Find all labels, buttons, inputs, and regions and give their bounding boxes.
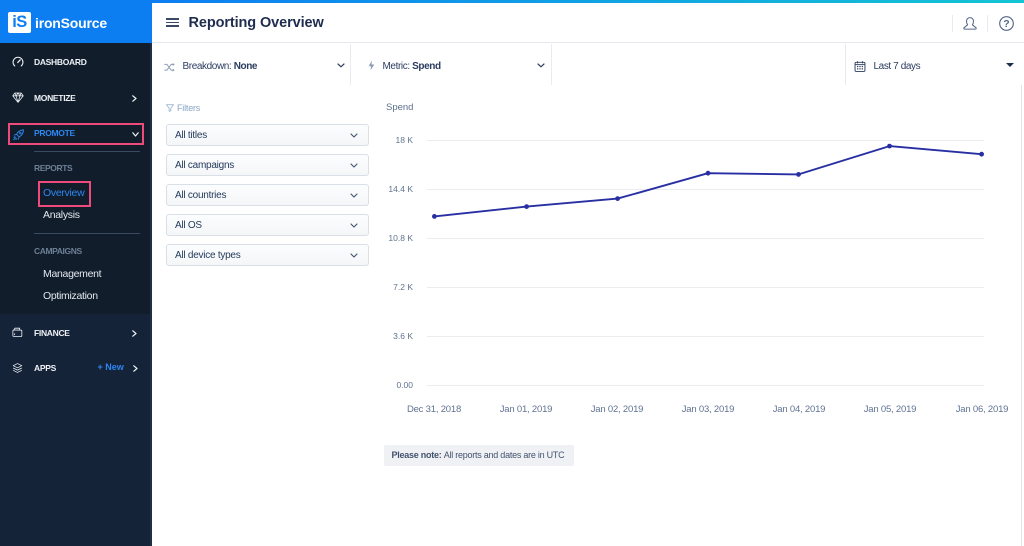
svg-text:?: ? [1003,18,1009,30]
